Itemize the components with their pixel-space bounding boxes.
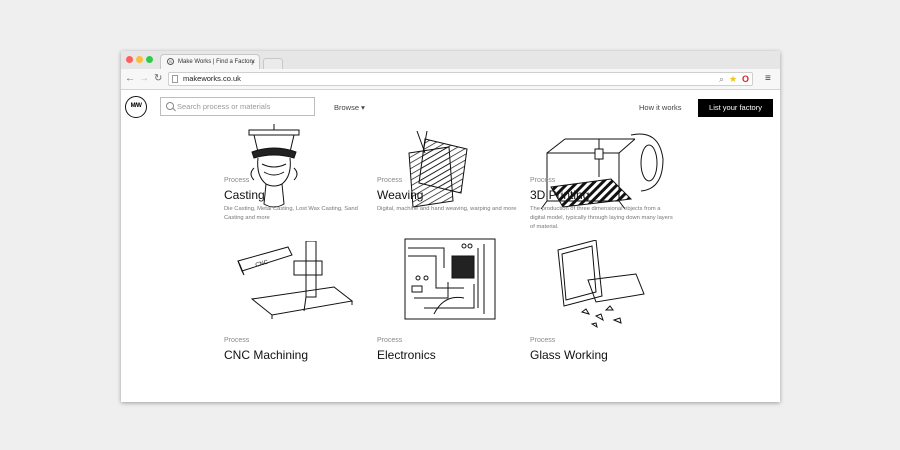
opera-icon[interactable]: O — [742, 73, 749, 85]
tab-title: Make Works | Find a Factory — [178, 59, 255, 65]
glass-illustration — [557, 240, 645, 329]
svg-text:CNC: CNC — [255, 259, 270, 269]
card-title: CNC Machining — [224, 348, 309, 362]
card-kicker: Process — [377, 177, 403, 184]
address-bar[interactable]: makeworks.co.uk ⌕ ★ O — [168, 72, 753, 86]
card-title: Glass Working — [530, 348, 608, 362]
maximize-window-button[interactable] — [146, 56, 153, 63]
favicon-icon: S — [167, 58, 174, 65]
menu-icon[interactable]: ≡ — [765, 71, 771, 87]
card-title: Casting — [224, 188, 265, 202]
page-icon — [172, 75, 178, 83]
search-icon — [166, 102, 174, 110]
3d-printer-illustration — [540, 133, 664, 210]
search-input[interactable] — [177, 100, 309, 113]
browser-tab[interactable]: S Make Works | Find a Factory × — [160, 54, 260, 69]
card-kicker: Process — [224, 337, 250, 344]
list-your-factory-button[interactable]: List your factory — [698, 99, 773, 117]
card-description: Digital, machine and hand weaving, warpi… — [377, 206, 517, 212]
page-content: M/W Browse ▾ How it works List your fact… — [121, 90, 780, 402]
close-window-button[interactable] — [126, 56, 133, 63]
forward-icon[interactable]: → — [139, 71, 149, 87]
reload-icon[interactable]: ↻ — [154, 71, 162, 87]
cnc-illustration: CNC — [237, 241, 354, 319]
card-title: 3D Printing — [530, 188, 590, 202]
tab-bar: S Make Works | Find a Factory × — [121, 51, 780, 70]
tab-close-icon[interactable]: × — [251, 55, 255, 69]
back-icon[interactable]: ← — [125, 71, 135, 87]
card-kicker: Process — [377, 337, 403, 344]
circuit-board-illustration — [404, 238, 496, 320]
card-title: Weaving — [377, 188, 424, 202]
card-kicker: Process — [224, 177, 250, 184]
casting-illustration — [248, 124, 300, 208]
search-box[interactable] — [160, 97, 315, 116]
url-text: makeworks.co.uk — [183, 74, 241, 83]
logo[interactable]: M/W — [125, 96, 147, 118]
bookmark-star-icon[interactable]: ★ — [729, 73, 737, 85]
card-title: Electronics — [377, 348, 436, 362]
zoom-icon[interactable]: ⌕ — [719, 73, 724, 85]
browser-toolbar: ← → ↻ makeworks.co.uk ⌕ ★ O ≡ — [121, 69, 780, 90]
browser-window: S Make Works | Find a Factory × ← → ↻ ma… — [121, 51, 780, 402]
card-kicker: Process — [530, 337, 556, 344]
card-description: The production of three dimensional obje… — [530, 206, 673, 230]
browse-dropdown[interactable]: Browse ▾ — [334, 103, 365, 112]
card-description: Die Casting, Metal Casting, Lost Wax Cas… — [224, 206, 358, 221]
card-kicker: Process — [530, 177, 556, 184]
how-it-works-link[interactable]: How it works — [639, 103, 682, 112]
minimize-window-button[interactable] — [136, 56, 143, 63]
